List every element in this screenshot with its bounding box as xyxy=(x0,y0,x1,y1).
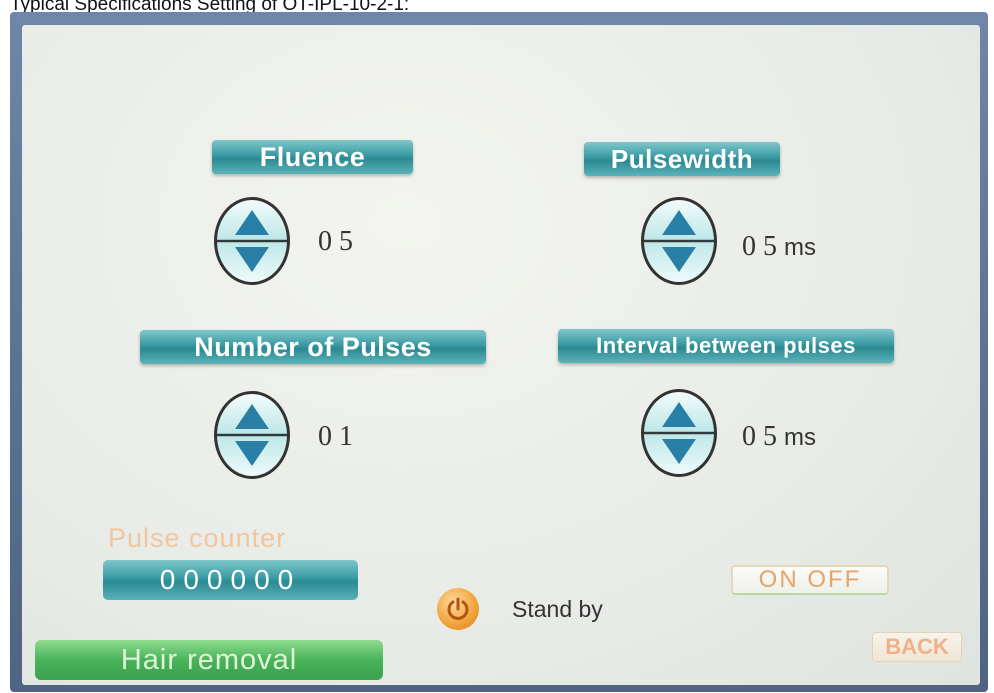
pulsewidth-value: 0 5 ms xyxy=(742,231,816,263)
fluence-increase-arrow-icon[interactable] xyxy=(235,210,269,235)
pulsewidth-label: Pulsewidth xyxy=(584,142,780,176)
fluence-value: 0 5 xyxy=(318,226,353,258)
pulse-counter-label: Pulse counter xyxy=(108,523,287,553)
back-button[interactable]: BACK xyxy=(872,632,962,662)
mode-button-hair-removal[interactable]: Hair removal xyxy=(35,640,383,680)
number-of-pulses-value: 0 1 xyxy=(318,421,353,453)
power-symbol-icon xyxy=(447,597,469,620)
pulses-decrease-arrow-icon[interactable] xyxy=(235,441,269,466)
number-of-pulses-stepper[interactable] xyxy=(214,391,290,479)
interval-value-number: 0 5 xyxy=(742,421,777,452)
pulses-increase-arrow-icon[interactable] xyxy=(235,404,269,429)
pulsewidth-unit: ms xyxy=(784,234,816,261)
fluence-stepper[interactable] xyxy=(214,197,290,285)
pulse-counter-display: 000000 xyxy=(103,560,358,600)
fluence-label: Fluence xyxy=(212,140,413,174)
standby-status: Stand by xyxy=(512,596,603,622)
interval-label: Interval between pulses xyxy=(558,329,894,363)
fluence-decrease-arrow-icon[interactable] xyxy=(235,247,269,272)
fluence-value-number: 0 5 xyxy=(318,226,353,257)
interval-unit: ms xyxy=(784,424,816,451)
interval-decrease-arrow-icon[interactable] xyxy=(662,439,696,464)
on-off-button[interactable]: ON OFF xyxy=(731,565,889,595)
interval-value: 0 5 ms xyxy=(742,421,816,453)
power-icon[interactable] xyxy=(437,588,479,630)
pulsewidth-stepper[interactable] xyxy=(641,197,717,285)
number-of-pulses-value-number: 0 1 xyxy=(318,421,353,452)
interval-increase-arrow-icon[interactable] xyxy=(662,402,696,427)
interval-stepper[interactable] xyxy=(641,389,717,477)
pulsewidth-value-number: 0 5 xyxy=(742,231,777,262)
pulsewidth-decrease-arrow-icon[interactable] xyxy=(662,247,696,272)
number-of-pulses-label: Number of Pulses xyxy=(140,330,486,364)
pulsewidth-increase-arrow-icon[interactable] xyxy=(662,210,696,235)
